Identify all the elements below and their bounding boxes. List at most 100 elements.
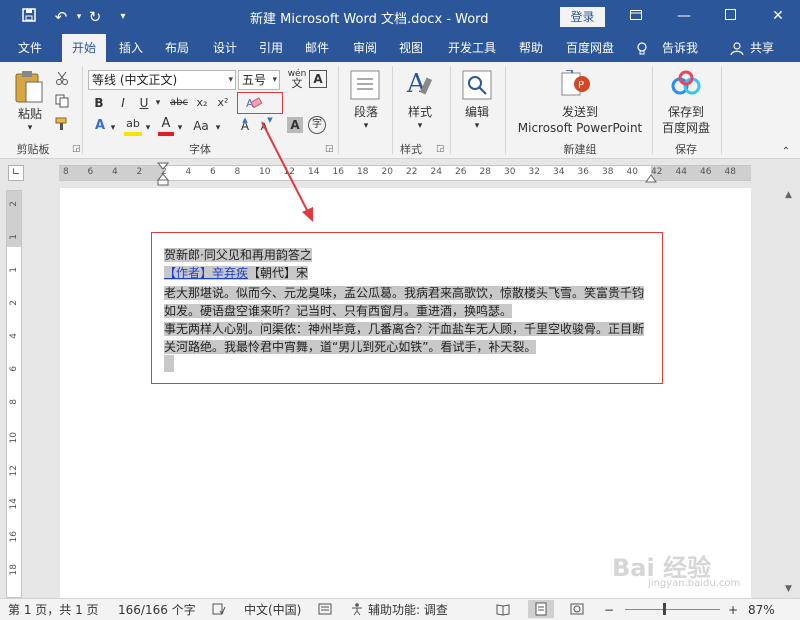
font-size-dropdown-icon[interactable]: ▾ — [272, 71, 277, 89]
zoom-out-button[interactable]: − — [604, 602, 614, 618]
login-button[interactable]: 登录 — [560, 7, 605, 27]
tab-insert[interactable]: 插入 — [110, 34, 152, 62]
font-color-button[interactable]: A — [158, 116, 174, 136]
doc-line[interactable]: 【作者】辛弃疾【朝代】宋 — [164, 265, 309, 282]
superscript-button[interactable]: x² — [214, 95, 232, 111]
tab-file[interactable]: 文件 — [8, 34, 52, 62]
paragraph-icon[interactable] — [350, 70, 380, 103]
editing-dropdown-icon[interactable]: ▾ — [471, 118, 483, 134]
first-line-indent-marker[interactable] — [156, 162, 170, 189]
empty-paragraph[interactable] — [164, 355, 174, 372]
word-count[interactable]: 166/166 个字 — [118, 602, 196, 618]
language[interactable]: 中文(中国) — [244, 602, 301, 618]
share-icon[interactable] — [730, 34, 744, 62]
doc-line[interactable]: 事无两样人心别。问渠侬：神州毕竟，几番离合？汗血盐车无人顾，千里空收骏骨。正目断 — [164, 321, 645, 338]
tab-design[interactable]: 设计 — [204, 34, 246, 62]
strikethrough-button[interactable]: abc — [168, 95, 190, 111]
copy-icon[interactable] — [55, 94, 69, 111]
ribbon-display-options-icon[interactable] — [624, 6, 648, 26]
collapse-ribbon-icon[interactable]: ⌃ — [780, 144, 792, 160]
font-launcher-icon[interactable]: ◲ — [325, 144, 334, 154]
zoom-slider-track[interactable] — [625, 609, 720, 610]
styles-icon[interactable]: A — [405, 68, 435, 105]
send-to-powerpoint-icon[interactable]: P — [560, 69, 592, 103]
page-count[interactable]: 第 1 页，共 1 页 — [8, 602, 99, 618]
accessibility-status[interactable]: 辅助功能: 调查 — [368, 602, 448, 618]
lightbulb-icon[interactable] — [636, 34, 648, 62]
underline-button[interactable]: U — [137, 95, 151, 111]
font-name-dropdown-icon[interactable]: ▾ — [228, 71, 233, 89]
tab-selector-icon[interactable]: ∟ — [8, 165, 24, 181]
highlight-dropdown-icon[interactable]: ▾ — [143, 120, 153, 136]
subscript-button[interactable]: x₂ — [193, 95, 211, 111]
font-color-dropdown-icon[interactable]: ▾ — [175, 120, 185, 136]
send-to-line2[interactable]: Microsoft PowerPoint — [510, 120, 650, 136]
proofing-icon[interactable] — [212, 602, 226, 620]
character-shading-button[interactable]: A — [287, 117, 303, 133]
scroll-down-icon[interactable]: ▼ — [785, 584, 792, 594]
font-size-combo[interactable]: 五号 ▾ — [238, 70, 280, 90]
italic-button[interactable]: I — [116, 95, 130, 111]
bold-button[interactable]: B — [92, 95, 106, 111]
paragraph-dropdown-icon[interactable]: ▾ — [360, 118, 372, 134]
baidu-netdisk-icon[interactable] — [670, 70, 702, 101]
right-indent-marker[interactable] — [645, 172, 657, 186]
tab-developer[interactable]: 开发工具 — [442, 34, 502, 62]
print-layout-icon[interactable] — [528, 600, 554, 618]
zoom-slider-thumb[interactable] — [663, 603, 666, 615]
styles-dropdown-icon[interactable]: ▾ — [414, 118, 426, 134]
author-link[interactable]: 【作者】辛弃疾 — [164, 266, 249, 280]
editing-icon[interactable] — [462, 70, 492, 103]
vertical-scrollbar[interactable]: ▲ ▼ — [781, 188, 799, 598]
font-name-combo[interactable]: 等线 (中文正文) ▾ — [88, 70, 236, 90]
change-case-button[interactable]: Aa — [190, 118, 212, 134]
doc-line[interactable]: 如发。硬语盘空谁来听？记当时、只有西窗月。重进酒，换鸣瑟。 — [164, 303, 513, 320]
tab-home[interactable]: 开始 — [62, 34, 106, 62]
document-page[interactable]: 贺新郎·同父见和再用韵答之 【作者】辛弃疾【朝代】宋 老大那堪说。似而今、元龙臭… — [60, 188, 751, 600]
enclose-characters-button[interactable]: 字 — [308, 116, 326, 134]
cut-icon[interactable] — [55, 71, 69, 88]
tab-review[interactable]: 审阅 — [344, 34, 386, 62]
styles-launcher-icon[interactable]: ◲ — [436, 144, 445, 154]
doc-line[interactable]: 关河路绝。我最怜君中宵舞，道“男儿到死心如铁”。看试手，补天裂。 — [164, 339, 537, 356]
zoom-in-button[interactable]: + — [728, 602, 738, 618]
underline-dropdown-icon[interactable]: ▾ — [153, 95, 163, 111]
highlight-button[interactable]: ab — [124, 116, 142, 136]
tab-help[interactable]: 帮助 — [510, 34, 552, 62]
ruler-number: 2 — [136, 167, 143, 177]
accessibility-icon[interactable] — [350, 602, 364, 620]
text-effects-dropdown-icon[interactable]: ▾ — [108, 120, 118, 136]
web-layout-icon[interactable] — [570, 602, 584, 620]
close-icon[interactable]: ✕ — [766, 6, 790, 26]
save-to-line1[interactable]: 保存到 — [656, 104, 716, 120]
change-case-dropdown-icon[interactable]: ▾ — [213, 120, 223, 136]
send-to-line1[interactable]: 发送到 — [510, 104, 650, 120]
zoom-level[interactable]: 87% — [748, 602, 775, 618]
tell-me-search[interactable]: 告诉我 — [662, 34, 698, 62]
phonetic-guide-icon[interactable]: wén 文 — [287, 70, 307, 90]
text-effects-button[interactable]: A — [92, 118, 108, 134]
character-border-icon[interactable]: A — [309, 70, 327, 88]
vertical-ruler[interactable]: 2 1 1 2 4 6 8 10 12 14 16 18 — [6, 190, 22, 598]
scroll-up-icon[interactable]: ▲ — [785, 190, 792, 200]
minimize-icon[interactable]: — — [672, 6, 696, 26]
tab-mailings[interactable]: 邮件 — [296, 34, 338, 62]
tab-view[interactable]: 视图 — [390, 34, 432, 62]
paste-icon[interactable] — [14, 70, 44, 107]
paste-dropdown-icon[interactable]: ▾ — [24, 120, 36, 136]
tab-references[interactable]: 引用 — [250, 34, 292, 62]
format-painter-icon[interactable] — [55, 117, 69, 134]
redo-icon[interactable]: ↻ — [84, 7, 106, 27]
save-icon[interactable] — [18, 7, 40, 27]
tab-baidu-netdisk[interactable]: 百度网盘 — [560, 34, 620, 62]
macro-recording-icon[interactable] — [318, 602, 332, 620]
maximize-icon[interactable] — [718, 6, 742, 26]
tab-layout[interactable]: 布局 — [156, 34, 198, 62]
save-to-line2[interactable]: 百度网盘 — [656, 120, 716, 136]
customize-quick-access-icon[interactable]: ▾ — [112, 7, 134, 27]
read-mode-icon[interactable] — [496, 602, 510, 620]
clipboard-launcher-icon[interactable]: ◲ — [72, 144, 81, 154]
doc-line[interactable]: 贺新郎·同父见和再用韵答之 — [164, 247, 312, 264]
doc-line[interactable]: 老大那堪说。似而今、元龙臭味，孟公瓜葛。我病君来高歌饮，惊散楼头飞雪。笑富贵千钧 — [164, 285, 645, 302]
share-button[interactable]: 共享 — [750, 34, 774, 62]
